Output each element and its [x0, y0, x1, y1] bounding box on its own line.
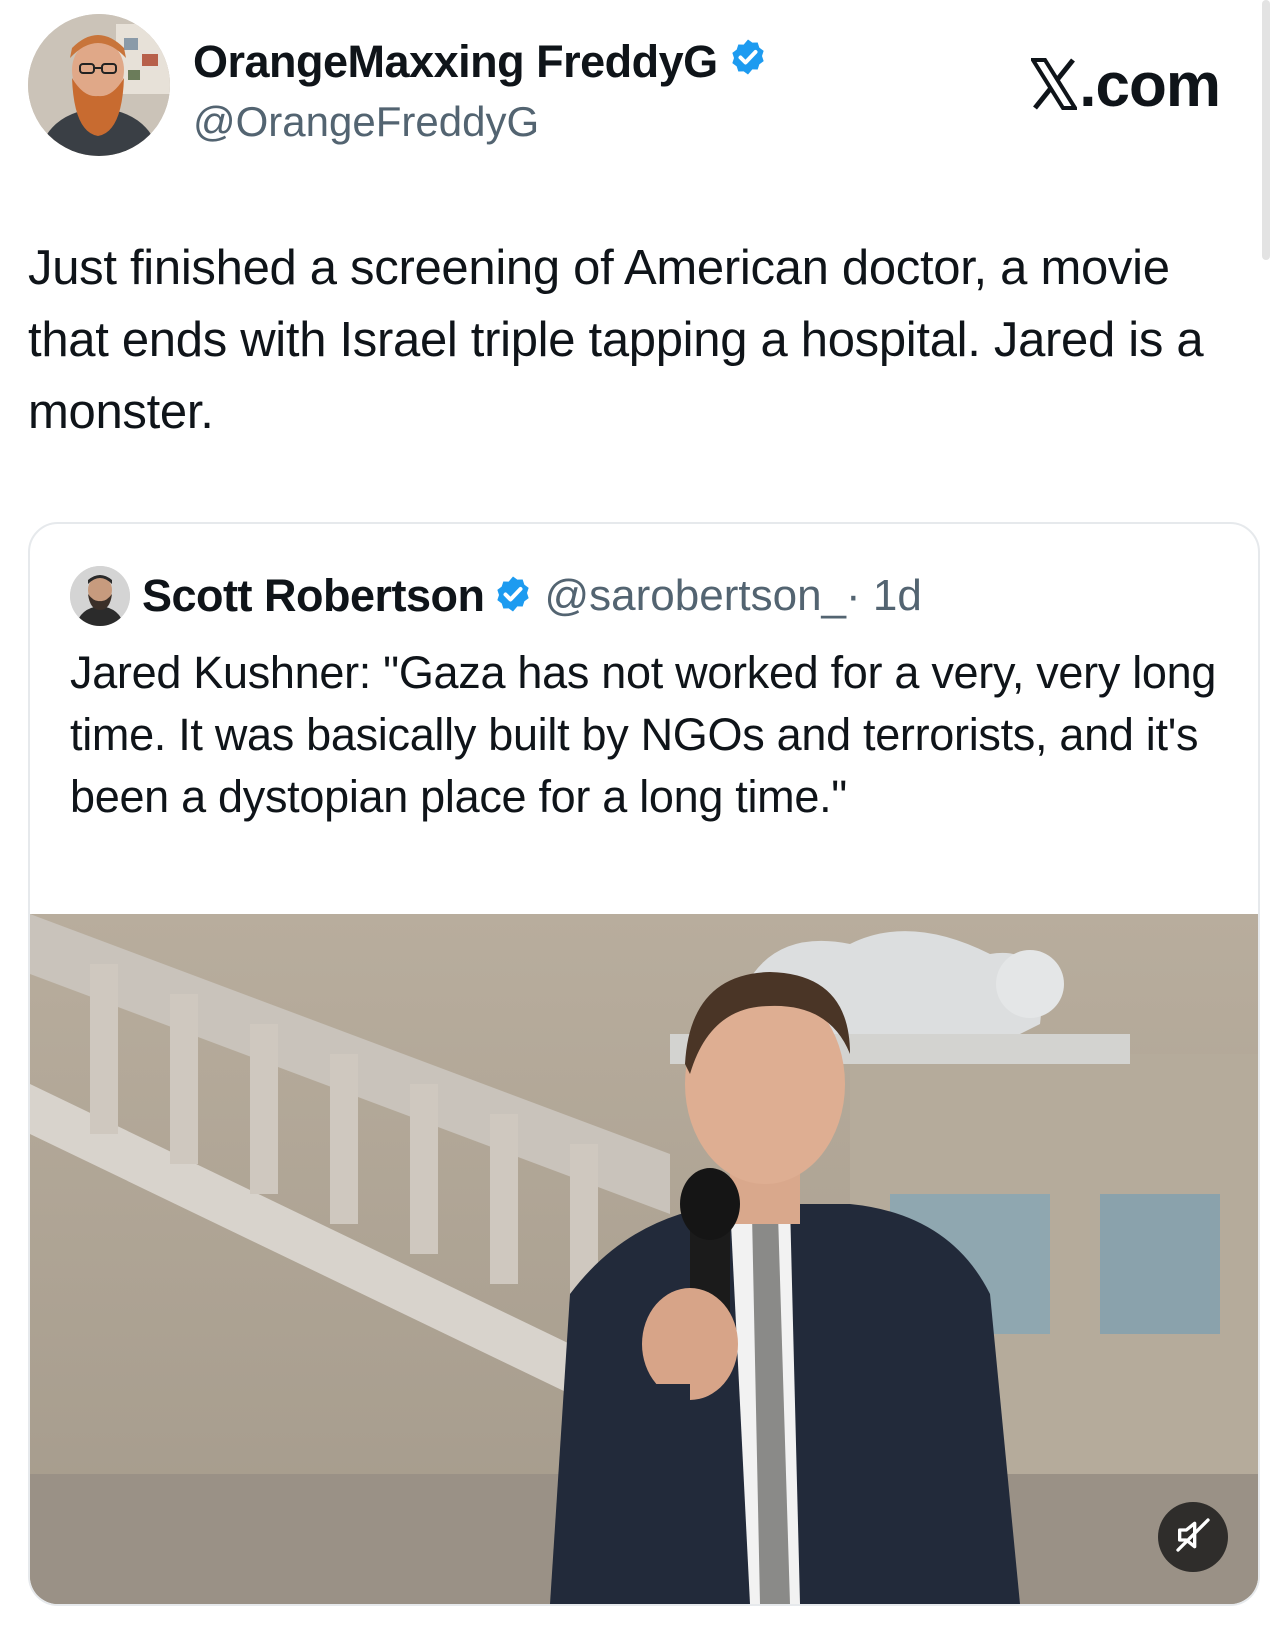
quoted-author-avatar[interactable]	[70, 566, 130, 626]
brand-text: .com	[1079, 51, 1221, 120]
quoted-post-header: Scott Robertson @sarobertson_ · 1d	[70, 564, 922, 628]
author-name-text[interactable]: OrangeMaxxing FreddyG	[193, 36, 718, 88]
video-frame	[30, 914, 1258, 1604]
author-handle[interactable]: @OrangeFreddyG	[193, 98, 539, 146]
quoted-author-name[interactable]: Scott Robertson	[142, 570, 485, 622]
quoted-post-card[interactable]: Scott Robertson @sarobertson_ · 1d Jared…	[28, 522, 1260, 1606]
mute-toggle-button[interactable]	[1158, 1502, 1228, 1572]
verified-badge-icon	[493, 574, 533, 619]
verified-badge-icon	[728, 36, 768, 88]
author-avatar[interactable]	[28, 14, 170, 156]
quoted-author-handle[interactable]: @sarobertson_	[545, 571, 847, 621]
muted-speaker-icon	[1173, 1515, 1213, 1560]
brand-watermark: .com	[1029, 50, 1221, 121]
quoted-post-video[interactable]	[30, 914, 1258, 1604]
post-header: OrangeMaxxing FreddyG @OrangeFreddyG .co…	[28, 14, 1228, 156]
author-name[interactable]: OrangeMaxxing FreddyG	[193, 36, 768, 88]
post-text: Just finished a screening of American do…	[28, 241, 1204, 439]
quoted-post-time[interactable]: · 1d	[846, 571, 922, 621]
x-logo-icon	[1029, 54, 1079, 110]
quoted-post-text: Jared Kushner: "Gaza has not worked for …	[70, 647, 1217, 822]
scrollbar[interactable]	[1262, 0, 1270, 260]
